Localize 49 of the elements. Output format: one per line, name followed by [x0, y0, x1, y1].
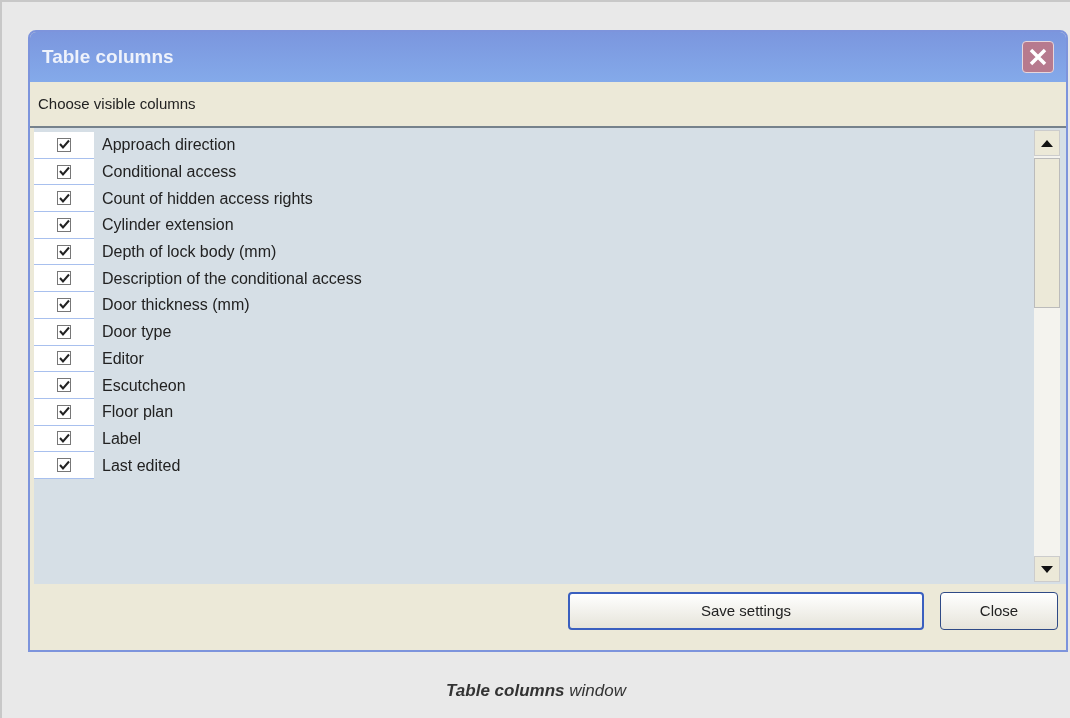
checkbox[interactable] [57, 324, 71, 339]
checkbox[interactable] [57, 378, 71, 393]
check-icon [58, 326, 70, 338]
column-label: Count of hidden access rights [102, 188, 313, 209]
check-icon [58, 432, 70, 444]
check-icon [58, 272, 70, 284]
check-icon [58, 192, 70, 204]
checkbox[interactable] [57, 351, 71, 366]
prompt-text: Choose visible columns [38, 93, 196, 114]
checkbox[interactable] [57, 404, 71, 419]
close-text-button[interactable]: Close [940, 592, 1058, 630]
save-button[interactable]: Save settings [568, 592, 924, 630]
checkbox[interactable] [57, 191, 71, 206]
checkbox[interactable] [57, 458, 71, 473]
up-arrow-icon [1041, 139, 1053, 147]
down-arrow-icon [1041, 565, 1053, 573]
checkbox[interactable] [57, 297, 71, 312]
checkbox[interactable] [57, 164, 71, 179]
column-label: Door thickness (mm) [102, 295, 250, 316]
column-label: Conditional access [102, 162, 237, 183]
check-icon [58, 219, 70, 231]
check-icon [58, 406, 70, 418]
figure-caption: Table columns window [446, 680, 626, 702]
check-icon [58, 379, 70, 391]
window-title: Table columns [42, 44, 174, 69]
column-label: Floor plan [102, 402, 174, 423]
check-icon [58, 459, 70, 471]
checkbox[interactable] [57, 271, 71, 286]
column-label: Label [102, 428, 142, 449]
column-label: Door type [102, 322, 172, 343]
column-label: Editor [102, 348, 144, 369]
column-label: Escutcheon [102, 375, 186, 396]
checkbox[interactable] [57, 244, 71, 259]
check-icon [58, 246, 70, 258]
checkbox[interactable] [57, 137, 71, 152]
scrollbar[interactable] [1034, 130, 1060, 582]
check-icon [58, 352, 70, 364]
column-label: Description of the conditional access [102, 268, 362, 289]
checkbox[interactable] [57, 431, 71, 446]
close-button[interactable] [1022, 41, 1054, 73]
column-label: Depth of lock body (mm) [102, 242, 277, 263]
close-icon [1029, 48, 1047, 66]
check-icon [58, 299, 70, 311]
column-label: Last edited [102, 455, 181, 476]
column-label: Approach direction [102, 135, 236, 156]
check-icon [58, 139, 70, 151]
column-label: Cylinder extension [102, 215, 234, 236]
check-icon [58, 166, 70, 178]
checkbox[interactable] [57, 217, 71, 232]
